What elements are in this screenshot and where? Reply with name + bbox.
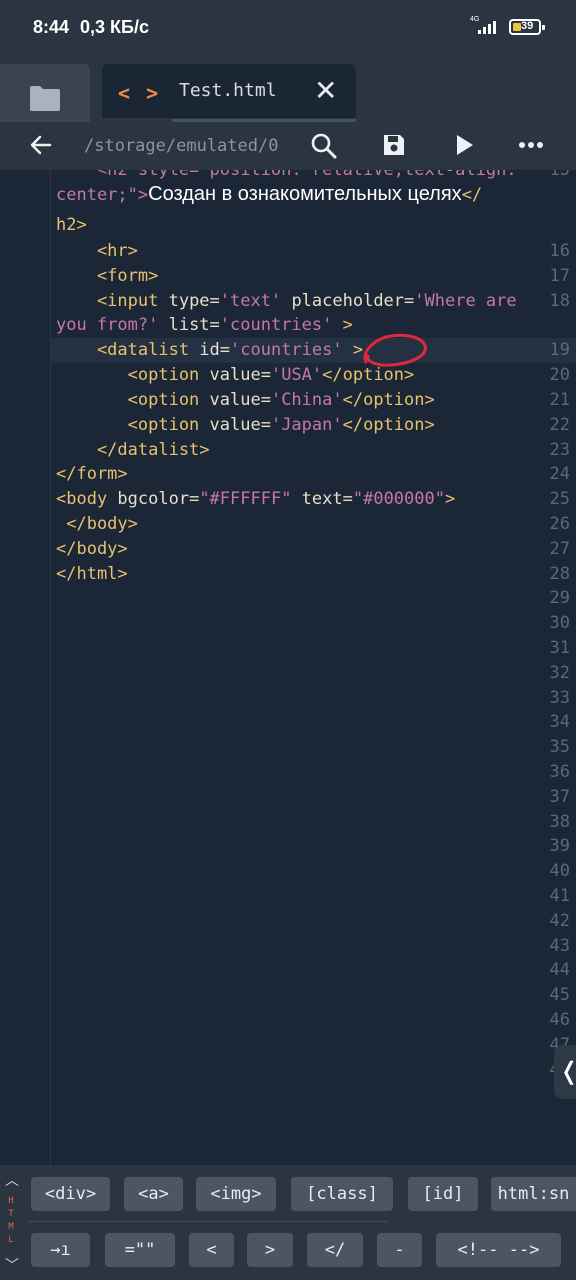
- line-number: 44: [549, 960, 570, 980]
- snippet-button[interactable]: <a>: [124, 1177, 183, 1211]
- snippet-button[interactable]: <img>: [196, 1177, 276, 1211]
- line-number: 37: [549, 787, 570, 807]
- line-number: 30: [549, 613, 570, 633]
- code-line-18b: you from?' list='countries' >: [56, 315, 353, 335]
- language-switcher[interactable]: ︿ HTML ﹀: [0, 1165, 22, 1280]
- line-number-gutter: [0, 170, 51, 1165]
- line-number: 27: [549, 539, 570, 559]
- line-number: 31: [549, 638, 570, 658]
- tab-bar: < > Test.html ✕: [0, 58, 576, 122]
- tab-key-button[interactable]: →ı: [31, 1233, 90, 1267]
- code-line-15c: h2>: [56, 215, 87, 235]
- code-line-27: </body>: [56, 539, 128, 559]
- language-label: HTML: [8, 1196, 14, 1245]
- line-number: 39: [549, 836, 570, 856]
- line-number: 23: [549, 440, 570, 460]
- snippet-button[interactable]: <!-- -->: [436, 1233, 561, 1267]
- code-line-17: <form>: [56, 266, 159, 286]
- line-number: 26: [549, 514, 570, 534]
- code-line-19: <datalist id='countries' >: [56, 340, 364, 360]
- code-editor[interactable]: 15 16 17 18 19 20 21 22 23 24 25 26 27 2…: [0, 170, 576, 1165]
- line-number: 21: [549, 390, 570, 410]
- battery-level: 39: [521, 20, 534, 32]
- line-number: 16: [549, 241, 570, 261]
- side-panel-handle[interactable]: ❬: [554, 1045, 576, 1099]
- code-line-18a: <input type='text' placeholder='Where ar…: [56, 291, 517, 311]
- line-number: 20: [549, 365, 570, 385]
- line-number: 24: [549, 464, 570, 484]
- line-number: 19: [549, 340, 570, 360]
- chevron-up-icon[interactable]: ︿: [5, 1170, 19, 1190]
- close-icon[interactable]: ✕: [314, 74, 337, 107]
- line-number: 33: [549, 688, 570, 708]
- status-bar: 8:44 0,3 КБ/с 4G 39: [0, 0, 576, 58]
- more-icon[interactable]: [518, 132, 544, 158]
- divider: [28, 1221, 388, 1222]
- code-line-24: </form>: [56, 464, 128, 484]
- line-number: 38: [549, 812, 570, 832]
- line-number: 42: [549, 911, 570, 931]
- snippet-button[interactable]: <: [189, 1233, 234, 1267]
- snippet-button[interactable]: >: [247, 1233, 293, 1267]
- snippet-button[interactable]: [id]: [408, 1177, 478, 1211]
- line-number: 35: [549, 737, 570, 757]
- status-time: 8:44: [33, 17, 70, 37]
- status-network-speed: 0,3 КБ/с: [80, 17, 149, 37]
- code-line-15b: center;">Создан в ознакомительных целях<…: [56, 183, 483, 205]
- line-number: 17: [549, 266, 570, 286]
- folder-icon: [30, 86, 60, 111]
- code-line-28: </html>: [56, 564, 128, 584]
- code-line-16: <hr>: [56, 241, 138, 261]
- back-arrow-icon[interactable]: [28, 132, 54, 158]
- snippet-button[interactable]: -: [377, 1233, 422, 1267]
- annotation-circle: [363, 333, 427, 367]
- line-number: 36: [549, 762, 570, 782]
- signal-icon: 4G: [470, 16, 500, 37]
- line-number: 22: [549, 415, 570, 435]
- line-number: 28: [549, 564, 570, 584]
- keyboard-helper-bar: ︿ HTML ﹀ <div> <a> <img> [class] [id] ht…: [0, 1165, 576, 1280]
- chevron-down-icon[interactable]: ﹀: [5, 1255, 19, 1275]
- line-number: 43: [549, 936, 570, 956]
- line-number: 32: [549, 663, 570, 683]
- snippet-button[interactable]: [class]: [291, 1177, 393, 1211]
- code-line-15a: <h2 style='position: relative;text-align…: [56, 170, 517, 180]
- snippet-button[interactable]: </: [307, 1233, 363, 1267]
- chevron-left-icon: ❬: [559, 1057, 576, 1086]
- line-number: 46: [549, 1010, 570, 1030]
- line-number: 15: [549, 170, 570, 180]
- tab-file-name: Test.html: [179, 80, 277, 101]
- line-number: 29: [549, 588, 570, 608]
- file-browser-button[interactable]: [0, 64, 90, 122]
- line-number: 45: [549, 985, 570, 1005]
- code-line-26: </body>: [56, 514, 138, 534]
- save-icon[interactable]: [381, 132, 407, 158]
- tab-file[interactable]: < > Test.html ✕: [102, 64, 356, 122]
- snippet-button[interactable]: html:sn: [491, 1177, 576, 1211]
- battery-icon: 39: [509, 19, 545, 35]
- line-number: 18: [549, 291, 570, 311]
- search-icon[interactable]: [310, 132, 338, 160]
- toolbar: /storage/emulated/0: [0, 122, 576, 170]
- code-line-23: </datalist>: [56, 440, 210, 460]
- line-number: 41: [549, 886, 570, 906]
- file-path: /storage/emulated/0: [84, 136, 279, 156]
- line-number: 25: [549, 489, 570, 509]
- snippet-button[interactable]: ="": [105, 1233, 175, 1267]
- code-line-25: <body bgcolor="#FFFFFF" text="#000000">: [56, 489, 456, 509]
- code-line-22: <option value='Japan'</option>: [56, 415, 435, 435]
- code-line-21: <option value='China'</option>: [56, 390, 435, 410]
- snippet-button[interactable]: <div>: [31, 1177, 110, 1211]
- line-number: 34: [549, 712, 570, 732]
- code-icon: < >: [118, 81, 161, 105]
- play-icon[interactable]: [453, 132, 477, 158]
- line-number: 40: [549, 861, 570, 881]
